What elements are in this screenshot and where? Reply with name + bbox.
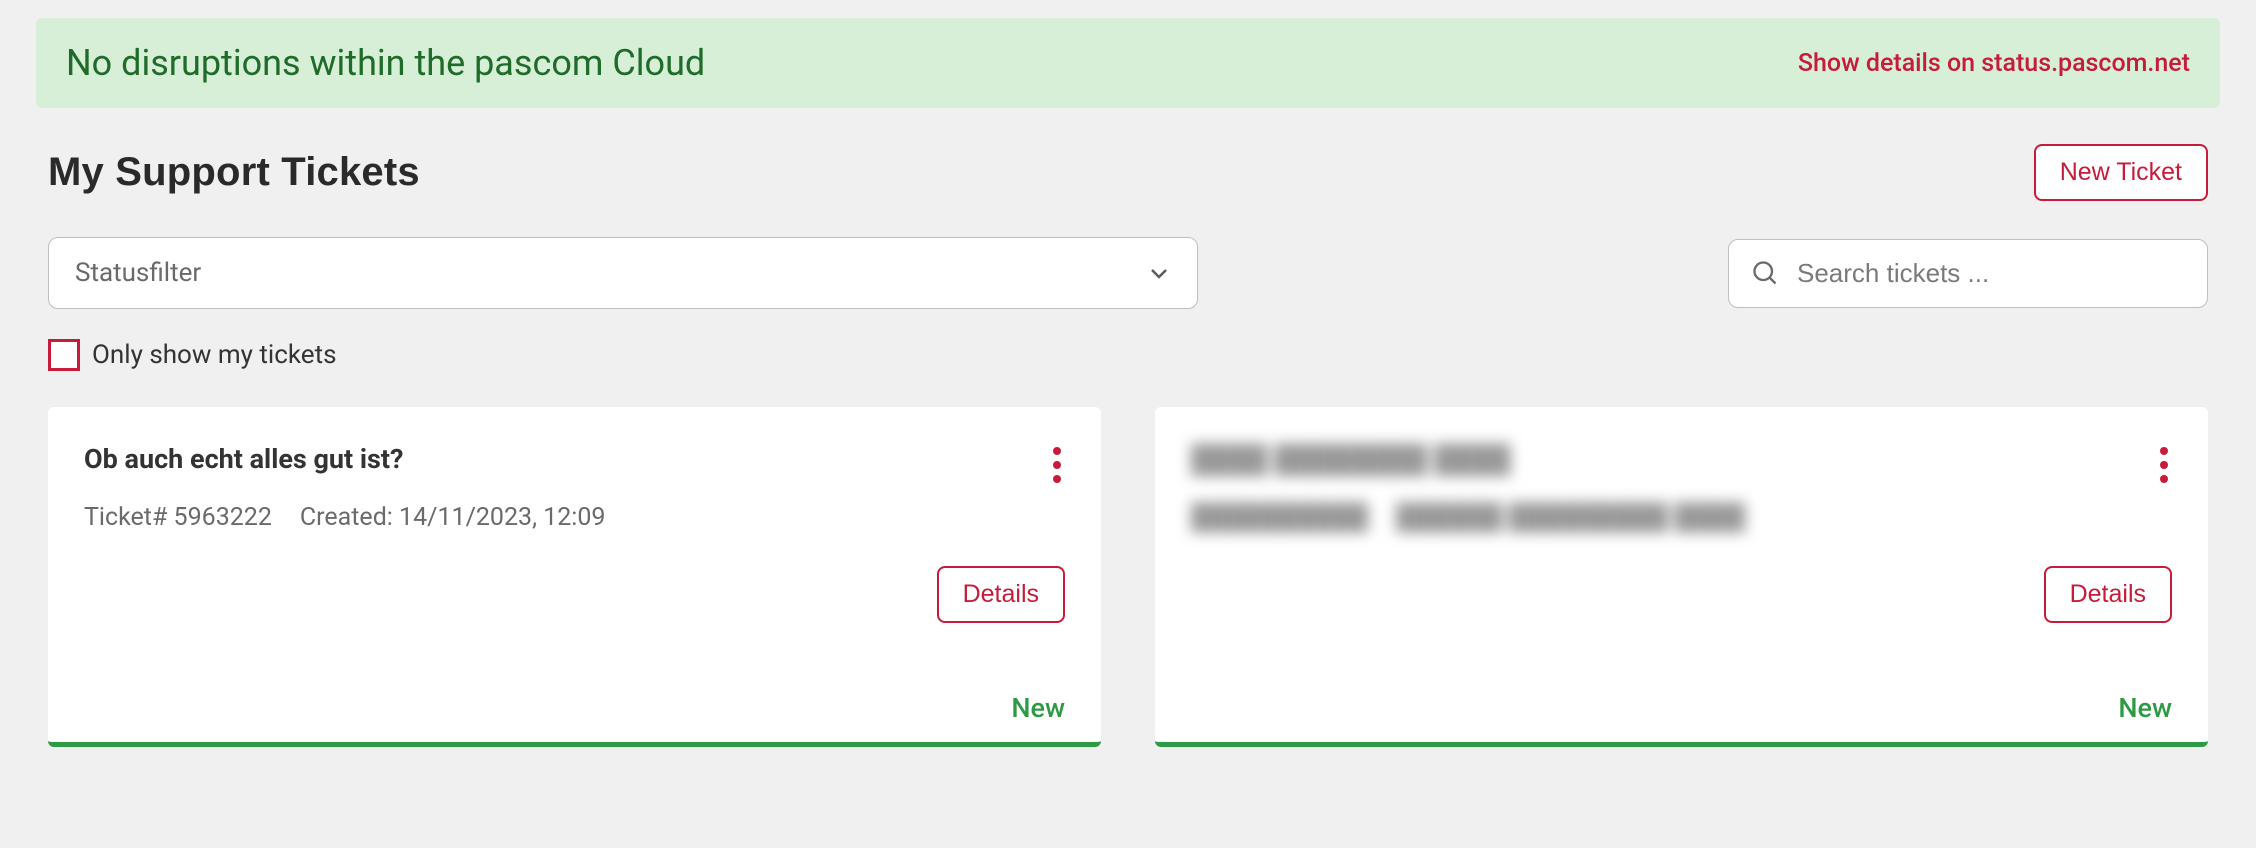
ticket-more-menu[interactable] xyxy=(1049,443,1065,487)
ticket-created: Created: 14/11/2023, 12:09 xyxy=(300,503,606,532)
more-vertical-icon xyxy=(1053,447,1061,483)
only-mine-label: Only show my tickets xyxy=(92,340,337,370)
header-row: My Support Tickets New Ticket xyxy=(36,144,2220,201)
only-mine-checkbox[interactable] xyxy=(48,339,80,371)
chevron-down-icon xyxy=(1147,261,1171,285)
status-badge: New xyxy=(2118,692,2172,724)
status-badge: New xyxy=(1011,692,1065,724)
search-input[interactable] xyxy=(1797,258,2185,289)
status-filter-placeholder: Statusfilter xyxy=(75,258,201,288)
banner-message: No disruptions within the pascom Cloud xyxy=(66,42,705,84)
ticket-meta: ██████████ ██████ █████████ ████ xyxy=(1191,503,2172,532)
only-mine-row: Only show my tickets xyxy=(36,339,2220,371)
search-box[interactable] xyxy=(1728,239,2208,308)
ticket-title: ████ ████████ ████ xyxy=(1191,443,1511,475)
tickets-list: Ob auch echt alles gut ist? Ticket# 5963… xyxy=(36,407,2220,747)
more-vertical-icon xyxy=(2160,447,2168,483)
banner-link[interactable]: Show details on status.pascom.net xyxy=(1798,49,2190,78)
ticket-card: ████ ████████ ████ ██████████ ██████ ███… xyxy=(1155,407,2208,747)
ticket-card: Ob auch echt alles gut ist? Ticket# 5963… xyxy=(48,407,1101,747)
ticket-title: Ob auch echt alles gut ist? xyxy=(84,443,403,475)
ticket-number: Ticket# 5963222 xyxy=(84,503,272,532)
ticket-more-menu[interactable] xyxy=(2156,443,2172,487)
status-filter-select[interactable]: Statusfilter xyxy=(48,237,1198,309)
filter-row: Statusfilter xyxy=(36,237,2220,309)
ticket-created: ██████ █████████ ████ xyxy=(1396,503,1745,532)
ticket-meta: Ticket# 5963222 Created: 14/11/2023, 12:… xyxy=(84,503,1065,532)
ticket-number: ██████████ xyxy=(1191,503,1368,532)
details-button[interactable]: Details xyxy=(2044,566,2172,623)
page-title: My Support Tickets xyxy=(48,150,420,195)
new-ticket-button[interactable]: New Ticket xyxy=(2034,144,2208,201)
details-button[interactable]: Details xyxy=(937,566,1065,623)
status-banner: No disruptions within the pascom Cloud S… xyxy=(36,18,2220,108)
search-icon xyxy=(1751,259,1779,287)
